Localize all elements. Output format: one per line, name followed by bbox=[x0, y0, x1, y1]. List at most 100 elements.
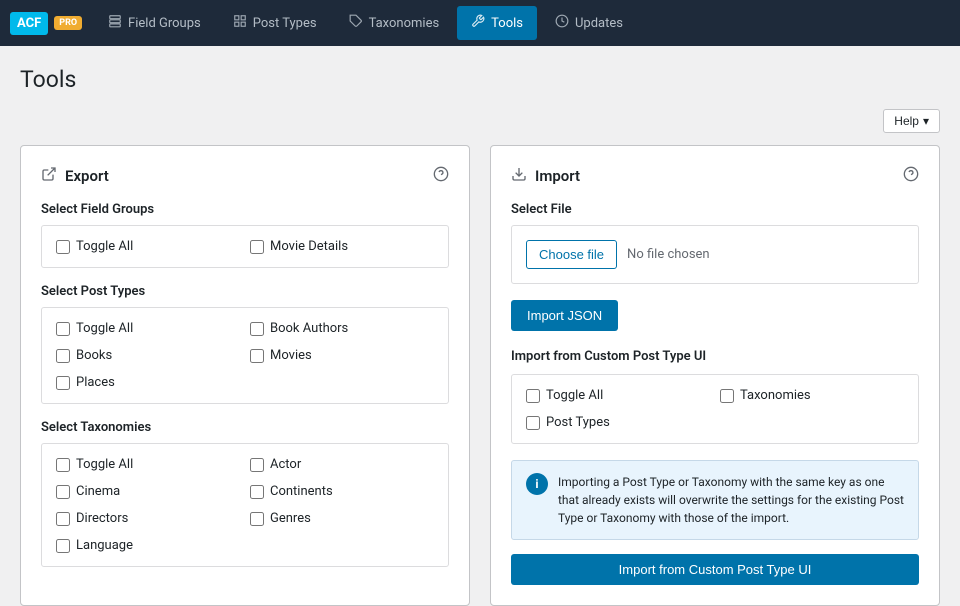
nav-label-updates: Updates bbox=[575, 16, 623, 31]
checkbox-cpt-toggle-all[interactable]: Toggle All bbox=[526, 385, 710, 406]
nav-label-tools: Tools bbox=[491, 16, 523, 31]
checkbox-directors[interactable]: Directors bbox=[56, 508, 240, 529]
import-info-box: i Importing a Post Type or Taxonomy with… bbox=[511, 460, 919, 540]
checkbox-language-input[interactable] bbox=[56, 539, 70, 553]
import-help-icon[interactable] bbox=[903, 166, 919, 186]
checkbox-movie-details-label: Movie Details bbox=[270, 239, 348, 254]
page-title: Tools bbox=[20, 66, 940, 93]
checkbox-toggle-all-fg[interactable]: Toggle All bbox=[56, 236, 240, 257]
checkbox-cpt-toggle-all-label: Toggle All bbox=[546, 388, 603, 403]
post-types-icon bbox=[233, 14, 247, 32]
post-types-checkbox-group: Toggle All Book Authors Books Movies bbox=[41, 307, 449, 404]
nav-item-tools[interactable]: Tools bbox=[457, 6, 537, 40]
checkbox-actor[interactable]: Actor bbox=[250, 454, 434, 475]
checkbox-toggle-all-tax-label: Toggle All bbox=[76, 457, 133, 472]
checkbox-genres[interactable]: Genres bbox=[250, 508, 434, 529]
tools-icon bbox=[471, 14, 485, 32]
field-groups-checkbox-row: Toggle All Movie Details bbox=[56, 236, 434, 257]
checkbox-toggle-all-pt-input[interactable] bbox=[56, 322, 70, 336]
import-icon bbox=[511, 166, 527, 186]
checkbox-continents-input[interactable] bbox=[250, 485, 264, 499]
checkbox-cpt-taxonomies-label: Taxonomies bbox=[740, 388, 811, 403]
checkbox-books-label: Books bbox=[76, 348, 112, 363]
field-groups-section-label: Select Field Groups bbox=[41, 202, 449, 217]
checkbox-actor-label: Actor bbox=[270, 457, 301, 472]
updates-icon bbox=[555, 14, 569, 32]
file-input-area: Choose file No file chosen bbox=[511, 225, 919, 284]
checkbox-book-authors[interactable]: Book Authors bbox=[250, 318, 434, 339]
post-types-section-label: Select Post Types bbox=[41, 284, 449, 299]
checkbox-actor-input[interactable] bbox=[250, 458, 264, 472]
checkbox-cinema-input[interactable] bbox=[56, 485, 70, 499]
checkbox-movie-details-input[interactable] bbox=[250, 240, 264, 254]
cpt-checkbox-group: Toggle All Taxonomies Post Types bbox=[511, 374, 919, 444]
checkbox-cpt-taxonomies[interactable]: Taxonomies bbox=[720, 385, 904, 406]
export-title-text: Export bbox=[65, 167, 109, 185]
import-info-text: Importing a Post Type or Taxonomy with t… bbox=[558, 473, 904, 527]
post-types-checkbox-row: Toggle All Book Authors Books Movies bbox=[56, 318, 434, 393]
choose-file-button[interactable]: Choose file bbox=[526, 240, 617, 269]
checkbox-cpt-post-types-label: Post Types bbox=[546, 415, 610, 430]
checkbox-language[interactable]: Language bbox=[56, 535, 240, 556]
checkbox-directors-input[interactable] bbox=[56, 512, 70, 526]
checkbox-genres-input[interactable] bbox=[250, 512, 264, 526]
checkbox-cpt-taxonomies-input[interactable] bbox=[720, 389, 734, 403]
info-icon: i bbox=[526, 473, 548, 495]
nav-item-field-groups[interactable]: Field Groups bbox=[94, 6, 215, 40]
checkbox-movie-details[interactable]: Movie Details bbox=[250, 236, 434, 257]
import-card-header: Import bbox=[511, 166, 919, 186]
checkbox-places-label: Places bbox=[76, 375, 115, 390]
field-groups-icon bbox=[108, 14, 122, 32]
export-icon bbox=[41, 166, 57, 186]
checkbox-cpt-toggle-all-input[interactable] bbox=[526, 389, 540, 403]
checkbox-toggle-all-fg-input[interactable] bbox=[56, 240, 70, 254]
checkbox-book-authors-label: Book Authors bbox=[270, 321, 348, 336]
help-label: Help bbox=[894, 114, 919, 128]
checkbox-places[interactable]: Places bbox=[56, 372, 240, 393]
export-help-icon[interactable] bbox=[433, 166, 449, 186]
checkbox-book-authors-input[interactable] bbox=[250, 322, 264, 336]
nav-item-updates[interactable]: Updates bbox=[541, 6, 637, 40]
export-card: Export Select Field Groups Toggle All Mo… bbox=[20, 145, 470, 606]
checkbox-toggle-all-tax[interactable]: Toggle All bbox=[56, 454, 240, 475]
import-title-text: Import bbox=[535, 167, 580, 185]
checkbox-toggle-all-tax-input[interactable] bbox=[56, 458, 70, 472]
top-navigation: ACF PRO Field Groups Post Types Taxonomi… bbox=[0, 0, 960, 46]
checkbox-genres-label: Genres bbox=[270, 511, 311, 526]
checkbox-cinema-label: Cinema bbox=[76, 484, 120, 499]
checkbox-directors-label: Directors bbox=[76, 511, 128, 526]
help-button[interactable]: Help ▾ bbox=[883, 109, 940, 133]
page-content: Tools Help ▾ Export Select Fie bbox=[0, 46, 960, 606]
checkbox-cinema[interactable]: Cinema bbox=[56, 481, 240, 502]
export-title: Export bbox=[41, 166, 109, 186]
nav-label-taxonomies: Taxonomies bbox=[369, 16, 440, 31]
checkbox-cpt-post-types-input[interactable] bbox=[526, 416, 540, 430]
checkbox-continents[interactable]: Continents bbox=[250, 481, 434, 502]
import-title: Import bbox=[511, 166, 580, 186]
import-cpt-button[interactable]: Import from Custom Post Type UI bbox=[511, 554, 919, 585]
import-card: Import Select File Choose file No file c… bbox=[490, 145, 940, 606]
nav-item-taxonomies[interactable]: Taxonomies bbox=[335, 6, 454, 40]
checkbox-places-input[interactable] bbox=[56, 376, 70, 390]
checkbox-movies[interactable]: Movies bbox=[250, 345, 434, 366]
checkbox-cpt-post-types[interactable]: Post Types bbox=[526, 412, 710, 433]
checkbox-movies-input[interactable] bbox=[250, 349, 264, 363]
import-json-button[interactable]: Import JSON bbox=[511, 300, 618, 331]
checkbox-movies-label: Movies bbox=[270, 348, 312, 363]
tools-grid: Export Select Field Groups Toggle All Mo… bbox=[20, 145, 940, 606]
nav-label-post-types: Post Types bbox=[253, 16, 317, 31]
checkbox-continents-label: Continents bbox=[270, 484, 333, 499]
taxonomies-section-label: Select Taxonomies bbox=[41, 420, 449, 435]
chevron-down-icon: ▾ bbox=[923, 114, 929, 128]
checkbox-language-label: Language bbox=[76, 538, 133, 553]
file-name-display: No file chosen bbox=[627, 247, 710, 262]
checkbox-books[interactable]: Books bbox=[56, 345, 240, 366]
nav-label-field-groups: Field Groups bbox=[128, 16, 201, 31]
field-groups-checkbox-group: Toggle All Movie Details bbox=[41, 225, 449, 268]
checkbox-books-input[interactable] bbox=[56, 349, 70, 363]
checkbox-toggle-all-pt[interactable]: Toggle All bbox=[56, 318, 240, 339]
nav-item-post-types[interactable]: Post Types bbox=[219, 6, 331, 40]
taxonomies-icon bbox=[349, 14, 363, 32]
import-cpt-label: Import from Custom Post Type UI bbox=[511, 349, 919, 364]
pro-badge: PRO bbox=[54, 16, 82, 30]
